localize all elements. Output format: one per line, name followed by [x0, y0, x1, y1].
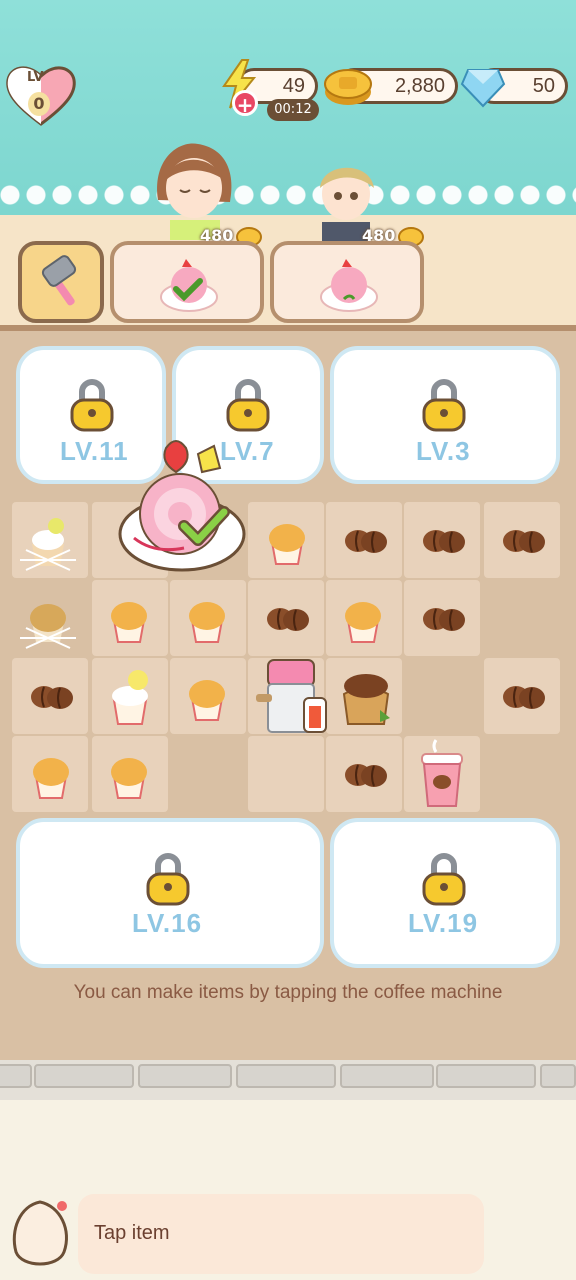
order-card-2[interactable] — [270, 241, 424, 323]
coffee-beans-item[interactable] — [28, 680, 76, 714]
coin-icon — [324, 69, 372, 105]
padlock-icon — [70, 379, 114, 432]
floor-brick — [236, 1064, 336, 1088]
level-label: LV — [27, 70, 44, 85]
hammer-tool-card[interactable] — [18, 241, 104, 323]
board-cell[interactable] — [248, 736, 324, 812]
coffee-beans-item[interactable] — [264, 602, 312, 636]
muffin-item[interactable] — [28, 750, 74, 802]
coffee-machine-item[interactable] — [254, 656, 330, 738]
padlock-icon — [226, 379, 270, 432]
padlock-icon — [146, 853, 190, 906]
floor-brick — [138, 1064, 232, 1088]
muffin-item[interactable] — [184, 672, 230, 724]
coffee-beans-item[interactable] — [420, 524, 468, 558]
padlock-icon — [422, 853, 466, 906]
floor-brick — [436, 1064, 536, 1088]
add-energy-button[interactable]: + — [232, 90, 258, 117]
padlock-icon — [422, 379, 466, 432]
customer-woman[interactable] — [148, 140, 238, 240]
strawberry-roll-cake-icon — [160, 259, 218, 312]
muffin-item[interactable] — [106, 594, 152, 646]
coffee-cup-item[interactable] — [416, 736, 468, 810]
coffee-beans-item[interactable] — [342, 524, 390, 558]
coffee-beans-item[interactable] — [420, 602, 468, 636]
muffin-item[interactable] — [184, 594, 230, 646]
board-top-border — [0, 325, 576, 331]
floor-brick — [0, 1064, 32, 1088]
hammer-icon — [41, 255, 77, 306]
floor-brick — [34, 1064, 134, 1088]
muffin-item[interactable] — [340, 594, 386, 646]
muffin-item[interactable] — [264, 516, 310, 568]
energy-value: 49 — [282, 75, 305, 97]
strawberry-roll-cake-icon — [320, 259, 378, 312]
order-card-1[interactable] — [110, 241, 264, 323]
diamond-icon — [460, 69, 506, 108]
strawberry-roll-cake-item[interactable] — [118, 434, 248, 574]
shell-icon[interactable] — [6, 1196, 74, 1270]
cobweb-muffin-item[interactable] — [18, 592, 78, 652]
level-value: 0 — [28, 92, 50, 116]
coffee-beans-item[interactable] — [500, 524, 548, 558]
coffee-beans-item[interactable] — [500, 680, 548, 714]
tip-text: Tap item — [94, 1222, 170, 1244]
coffee-bean-sack-item[interactable] — [336, 664, 396, 728]
lock-label-lv16: LV.16 — [132, 908, 203, 938]
muffin-item[interactable] — [106, 750, 152, 802]
lemon-cupcake-item[interactable] — [106, 666, 154, 728]
lock-label-lv3: LV.3 — [416, 436, 471, 466]
floor-brick — [340, 1064, 434, 1088]
coin-value: 2,880 — [394, 75, 445, 97]
floor-brick — [540, 1064, 576, 1088]
hint-text: You can make items by tapping the coffee… — [73, 982, 503, 1003]
energy-timer: 00:12 — [267, 99, 319, 121]
coffee-beans-item[interactable] — [342, 758, 390, 792]
lock-label-lv19: LV.19 — [408, 908, 479, 938]
gem-value: 50 — [532, 75, 555, 97]
cobweb-cupcake-item[interactable] — [18, 510, 78, 576]
